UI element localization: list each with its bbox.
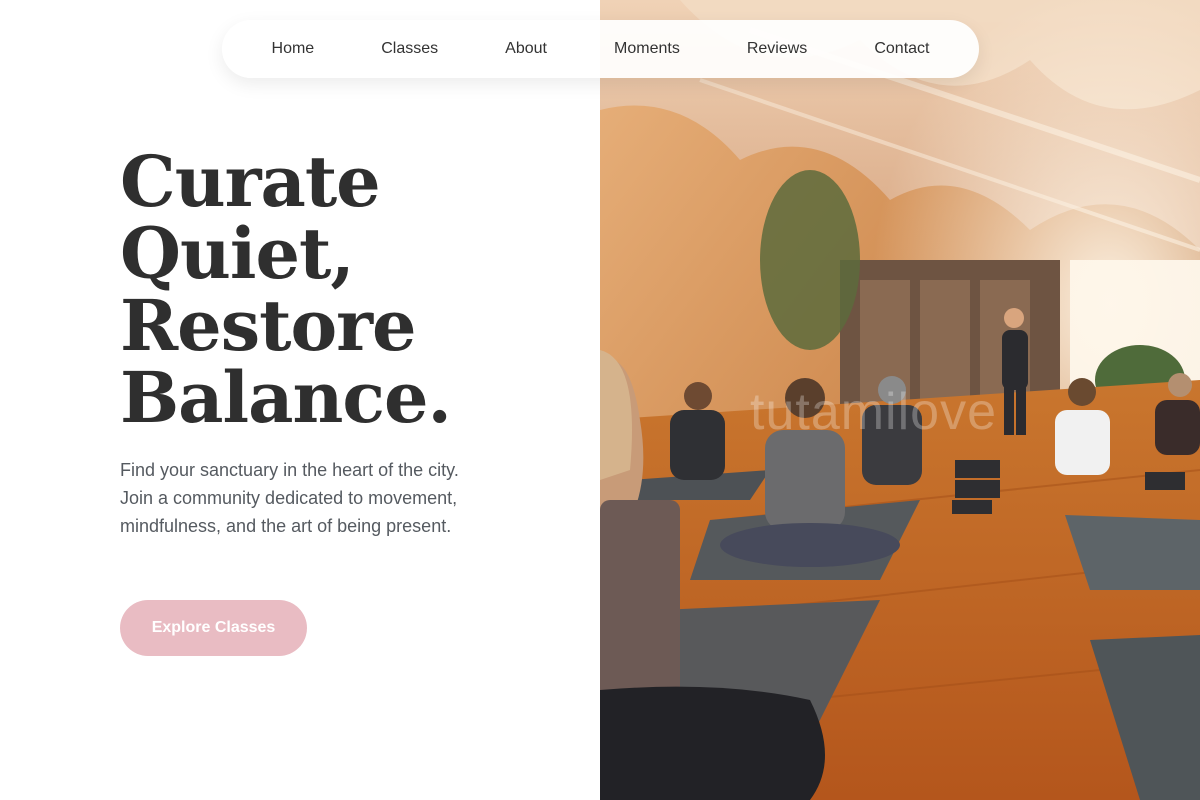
nav-item-contact[interactable]: Contact	[860, 34, 943, 64]
nav-item-reviews[interactable]: Reviews	[733, 34, 821, 64]
nav-item-moments[interactable]: Moments	[600, 34, 694, 64]
nav-item-about[interactable]: About	[491, 34, 561, 64]
nav-item-home[interactable]: Home	[258, 34, 329, 64]
nav-item-classes[interactable]: Classes	[367, 34, 452, 64]
headline-line-1: Curate	[120, 140, 381, 223]
hero-subtext: Find your sanctuary in the heart of the …	[120, 460, 459, 536]
headline-line-4: Balance.	[120, 356, 452, 439]
headline-line-3: Restore	[120, 284, 417, 367]
hero-image	[600, 0, 1200, 800]
main-nav: Home Classes About Moments Reviews Conta…	[222, 20, 979, 78]
hero-headline: Curate Quiet, Restore Balance.	[120, 140, 452, 439]
yoga-studio-illustration	[600, 0, 1200, 800]
explore-classes-button[interactable]: Explore Classes	[120, 600, 307, 656]
landing-page: Curate Quiet, Restore Balance. Find your…	[0, 0, 1200, 800]
hero-text-panel: Curate Quiet, Restore Balance. Find your…	[0, 0, 600, 800]
headline-line-2: Quiet,	[120, 212, 355, 295]
